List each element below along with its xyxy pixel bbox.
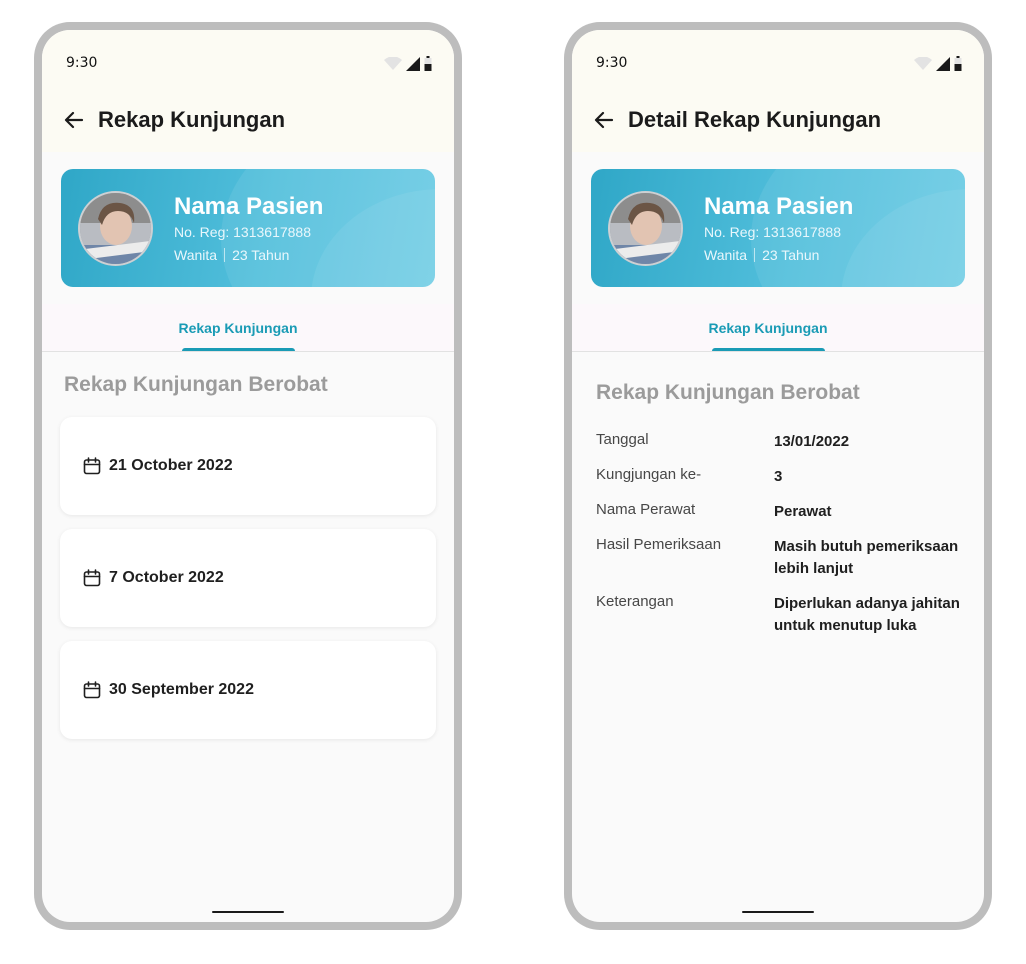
- detail-value: Perawat: [774, 503, 832, 520]
- detail-label: Keterangan: [596, 593, 674, 610]
- detail-value: 13/01/2022: [774, 433, 850, 450]
- phone-frame-visit-detail: 9:30 Detail Rekap Kunjungan Nama Pasien …: [564, 22, 992, 930]
- patient-gender: Wanita: [704, 247, 748, 263]
- wifi-icon: [384, 57, 402, 70]
- screen-visit-list: 9:30 Rekap Kunjungan Nama Pasien No. Reg…: [42, 30, 454, 922]
- status-icons: [914, 56, 962, 71]
- divider: [224, 248, 226, 262]
- calendar-icon: [83, 681, 101, 699]
- detail-value: 3: [774, 468, 783, 485]
- divider: [754, 248, 756, 262]
- patient-card: Nama Pasien No. Reg: 1313617888 Wanita 2…: [591, 169, 965, 287]
- arrow-left-icon[interactable]: [60, 106, 88, 134]
- calendar-icon: [83, 457, 101, 475]
- patient-registration-number: No. Reg: 1313617888: [704, 224, 841, 240]
- visit-card[interactable]: 30 September 2022: [60, 641, 436, 739]
- detail-label: Hasil Pemeriksaan: [596, 536, 722, 553]
- patient-gender: Wanita: [174, 247, 218, 263]
- status-icons: [384, 56, 432, 71]
- section-title: Rekap Kunjungan Berobat: [64, 373, 328, 396]
- status-bar: 9:30: [572, 30, 984, 88]
- patient-age: 23 Tahun: [232, 247, 290, 263]
- tab-indicator: [182, 348, 295, 351]
- status-time: 9:30: [66, 55, 98, 71]
- home-indicator[interactable]: [212, 911, 284, 913]
- page-title: Detail Rekap Kunjungan: [628, 107, 882, 132]
- patient-meta: Wanita 23 Tahun: [174, 247, 289, 263]
- visit-card[interactable]: 21 October 2022: [60, 417, 436, 515]
- avatar: [608, 191, 683, 266]
- detail-label: Kungjungan ke-: [596, 466, 702, 483]
- tab-rekap-kunjungan[interactable]: Rekap Kunjungan: [42, 320, 434, 336]
- calendar-icon: [83, 569, 101, 587]
- detail-label: Tanggal: [596, 431, 649, 448]
- tab-bar: Rekap Kunjungan: [572, 304, 984, 352]
- visit-date: 30 September 2022: [109, 681, 254, 698]
- app-bar: Rekap Kunjungan: [42, 88, 454, 152]
- tab-bar: Rekap Kunjungan: [42, 304, 454, 352]
- phone-frame-visit-list: 9:30 Rekap Kunjungan Nama Pasien No. Reg…: [34, 22, 462, 930]
- section-title: Rekap Kunjungan Berobat: [596, 381, 860, 404]
- home-indicator[interactable]: [742, 911, 814, 913]
- tab-indicator: [712, 348, 825, 351]
- visit-date: 7 October 2022: [109, 569, 224, 586]
- signal-icon: [406, 57, 420, 71]
- detail-label: Nama Perawat: [596, 501, 696, 518]
- avatar: [78, 191, 153, 266]
- patient-name: Nama Pasien: [174, 193, 324, 220]
- visit-date: 21 October 2022: [109, 457, 233, 474]
- detail-value: Masih butuh pemeriksaan lebih lanjut: [774, 538, 959, 577]
- patient-registration-number: No. Reg: 1313617888: [174, 224, 311, 240]
- app-bar: Detail Rekap Kunjungan: [572, 88, 984, 152]
- patient-age: 23 Tahun: [762, 247, 820, 263]
- arrow-left-icon[interactable]: [590, 106, 618, 134]
- status-time: 9:30: [596, 55, 628, 71]
- battery-icon: [954, 56, 962, 71]
- tab-rekap-kunjungan[interactable]: Rekap Kunjungan: [572, 320, 964, 336]
- battery-icon: [424, 56, 432, 71]
- status-bar: 9:30: [42, 30, 454, 88]
- patient-card: Nama Pasien No. Reg: 1313617888 Wanita 2…: [61, 169, 435, 287]
- detail-value: Diperlukan adanya jahitan untuk menutup …: [774, 595, 960, 634]
- patient-name: Nama Pasien: [704, 193, 854, 220]
- signal-icon: [936, 57, 950, 71]
- page-title: Rekap Kunjungan: [98, 107, 286, 132]
- wifi-icon: [914, 57, 932, 70]
- visit-card[interactable]: 7 October 2022: [60, 529, 436, 627]
- patient-meta: Wanita 23 Tahun: [704, 247, 819, 263]
- screen-visit-detail: 9:30 Detail Rekap Kunjungan Nama Pasien …: [572, 30, 984, 922]
